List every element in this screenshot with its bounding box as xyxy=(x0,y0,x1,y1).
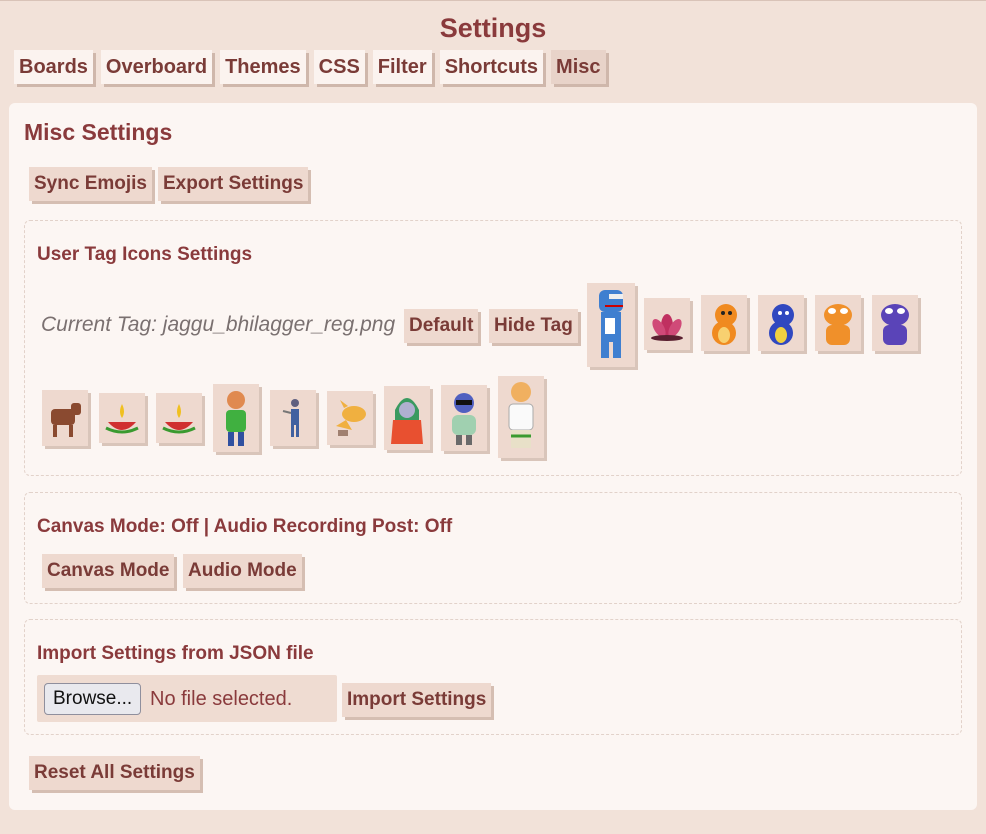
tab-overboard[interactable]: Overboard xyxy=(100,50,213,84)
current-tag-text: Current Tag: jaggu_bhilagger_reg.png xyxy=(41,313,396,336)
mode-status-text: Canvas Mode: Off | Audio Recording Post:… xyxy=(37,516,453,537)
cow-tag-icon[interactable] xyxy=(42,390,88,446)
user-tag-icons-section: User Tag Icons Settings Current Tag: jag… xyxy=(24,220,962,476)
tab-themes[interactable]: Themes xyxy=(220,50,306,84)
tab-boards[interactable]: Boards xyxy=(14,50,93,84)
canvas-audio-section: Canvas Mode: Off | Audio Recording Post:… xyxy=(24,492,962,604)
no-file-text: No file selected. xyxy=(150,688,293,710)
user-tag-icons-title: User Tag Icons Settings xyxy=(37,244,253,265)
tab-css[interactable]: CSS xyxy=(313,50,365,84)
man-green-shirt-tag-icon[interactable] xyxy=(213,384,259,452)
sunglasses-man-tag-icon[interactable] xyxy=(441,385,487,451)
orange-dino-tag-icon[interactable] xyxy=(701,295,747,351)
canvas-mode-button[interactable]: Canvas Mode xyxy=(42,554,175,588)
orange-frog-tag-icon[interactable] xyxy=(815,295,861,351)
tab-shortcuts[interactable]: Shortcuts xyxy=(439,50,544,84)
diya-lamp-tag-icon[interactable] xyxy=(99,393,145,443)
blue-dino-tag-icon[interactable] xyxy=(758,295,804,351)
tab-misc[interactable]: Misc xyxy=(551,50,606,84)
settings-tabs: Boards Overboard Themes CSS Filter Short… xyxy=(14,50,606,84)
audio-mode-button[interactable]: Audio Mode xyxy=(183,554,302,588)
import-settings-title: Import Settings from JSON file xyxy=(37,643,314,664)
misc-settings-title: Misc Settings xyxy=(24,119,173,145)
blue-figure-tag-icon[interactable] xyxy=(270,390,316,446)
export-settings-button[interactable]: Export Settings xyxy=(158,167,309,201)
import-settings-button[interactable]: Import Settings xyxy=(342,683,492,717)
diya-lamp-alt-tag-icon[interactable] xyxy=(156,393,202,443)
misc-settings-panel: Misc Settings Sync Emojis Export Setting… xyxy=(9,103,977,810)
hide-tag-button[interactable]: Hide Tag xyxy=(489,309,578,343)
sync-emojis-button[interactable]: Sync Emojis xyxy=(29,167,152,201)
browse-button[interactable]: Browse... xyxy=(44,683,142,715)
page-title: Settings xyxy=(439,13,547,43)
file-input[interactable]: Browse... No file selected. xyxy=(37,675,337,722)
man-white-kurta-tag-icon[interactable] xyxy=(498,376,544,458)
tab-filter[interactable]: Filter xyxy=(372,50,432,84)
default-tag-button[interactable]: Default xyxy=(404,309,479,343)
import-settings-section: Import Settings from JSON file Browse...… xyxy=(24,619,962,735)
old-lady-tag-icon[interactable] xyxy=(384,386,430,450)
lotus-tag-icon[interactable] xyxy=(644,298,690,350)
blue-pepe-tag-icon[interactable] xyxy=(587,283,635,367)
orange-cat-tag-icon[interactable] xyxy=(327,391,373,445)
reset-all-settings-button[interactable]: Reset All Settings xyxy=(29,756,200,790)
purple-frog-tag-icon[interactable] xyxy=(872,295,918,351)
